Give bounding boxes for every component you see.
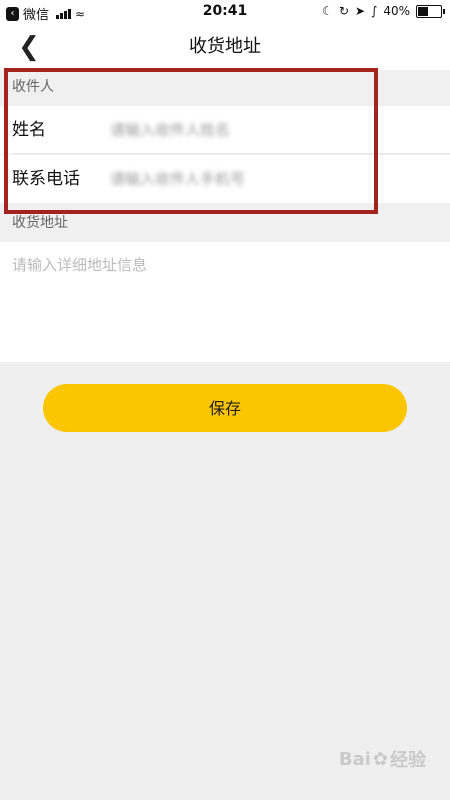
save-button[interactable]: 保存: [43, 384, 407, 432]
watermark-text: Bai: [338, 748, 371, 770]
status-right: ☾ ↻ ➤ ∫ 40%: [322, 4, 445, 18]
battery-percent: 40%: [383, 4, 410, 18]
page-title: 收货地址: [189, 36, 261, 57]
rotation-lock-icon: ↻: [338, 4, 349, 18]
phone-field[interactable]: 请输入收件人手机号: [110, 155, 245, 203]
address-section-header: 收货地址: [0, 206, 450, 240]
baidu-watermark: Bai ✿ 经验: [339, 746, 426, 772]
address-input[interactable]: [10, 252, 444, 356]
phone-label: 联系电话: [12, 169, 80, 189]
name-label: 姓名: [12, 120, 46, 140]
name-field[interactable]: 请输入收件人姓名: [110, 106, 230, 154]
status-bar: ‹ 微信 ≈ 20:41 ☾ ↻ ➤ ∫ 40%: [0, 0, 450, 24]
phone-row[interactable]: 联系电话 请输入收件人手机号: [0, 155, 450, 203]
bluetooth-icon: ∫: [371, 4, 378, 18]
address-screen: ‹ 微信 ≈ 20:41 ☾ ↻ ➤ ∫ 40% ❮ 收货地址 收件人 姓名 请…: [0, 0, 450, 800]
location-icon: ➤: [355, 4, 366, 18]
name-row[interactable]: 姓名 请输入收件人姓名: [0, 106, 450, 154]
watermark-suffix: 经验: [390, 750, 426, 771]
divider: [12, 153, 450, 154]
address-area[interactable]: [0, 242, 450, 362]
recipient-section-header: 收件人: [0, 70, 450, 104]
nav-bar: ❮ 收货地址: [0, 24, 450, 70]
paw-icon: ✿: [372, 748, 388, 770]
battery-level: [418, 6, 428, 16]
battery-icon: [416, 4, 445, 18]
moon-icon: ☾: [322, 4, 333, 18]
